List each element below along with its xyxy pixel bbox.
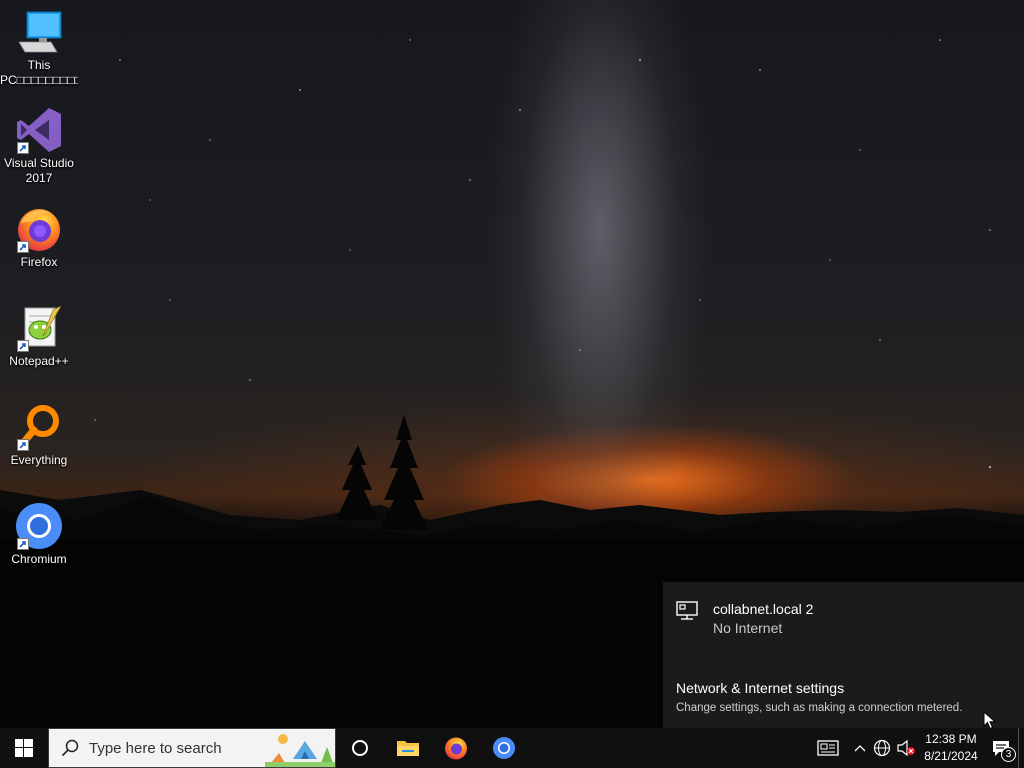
chromium-icon <box>15 502 63 550</box>
show-hidden-icons-button[interactable] <box>850 728 870 768</box>
desktop-icon-label: Notepad++ <box>9 354 69 368</box>
shortcut-arrow-icon <box>17 142 29 154</box>
shortcut-arrow-icon <box>17 241 29 253</box>
desktop-icon-label: Chromium <box>11 552 67 566</box>
computer-icon <box>15 8 63 56</box>
desktop-icon-notepadpp[interactable]: Notepad++ <box>0 304 78 369</box>
desktop-icon-label: Firefox <box>20 255 58 269</box>
search-highlight-camping-icon <box>265 734 335 767</box>
shortcut-arrow-icon <box>17 439 29 451</box>
network-flyout: collabnet.local 2 No Internet Network & … <box>663 582 1024 728</box>
shortcut-arrow-icon <box>17 538 29 550</box>
globe-network-icon <box>873 739 891 757</box>
network-settings-description: Change settings, such as making a connec… <box>676 702 963 714</box>
chromium-icon <box>493 737 515 759</box>
system-tray: 12:38 PM 8/21/2024 3 <box>806 728 1024 768</box>
desktop-icon-label: Visual Studio <box>4 156 74 170</box>
search-icon <box>61 739 79 757</box>
taskbar-firefox[interactable] <box>432 728 480 768</box>
windows-logo-icon <box>15 739 33 757</box>
cortana-icon <box>352 740 368 756</box>
search-placeholder: Type here to search <box>89 739 222 757</box>
clock-date: 8/21/2024 <box>924 749 978 763</box>
visual-studio-icon <box>15 106 63 154</box>
network-status: No Internet <box>713 620 783 636</box>
firefox-icon <box>15 205 63 253</box>
taskbar-file-explorer[interactable] <box>384 728 432 768</box>
file-explorer-icon <box>397 741 419 756</box>
action-center-button[interactable]: 3 <box>984 728 1018 768</box>
desktop-icon-visual-studio[interactable]: Visual Studio 2017 <box>0 106 78 186</box>
desktop-icon-label: Everything <box>10 453 68 467</box>
taskbar-search-box[interactable]: Type here to search <box>48 728 336 768</box>
mouse-cursor-icon <box>983 711 997 730</box>
shortcut-arrow-icon <box>17 340 29 352</box>
chevron-up-icon <box>854 745 866 752</box>
taskbar: Type here to search 12:38 PM 8/21/2024 3 <box>0 728 1024 768</box>
desktop-icon-chromium[interactable]: Chromium <box>0 502 78 567</box>
cortana-button[interactable] <box>336 728 384 768</box>
taskbar-chromium[interactable] <box>480 728 528 768</box>
network-name: collabnet.local 2 <box>713 601 814 617</box>
network-settings-link[interactable]: Network & Internet settings <box>676 680 844 696</box>
news-and-interests-button[interactable] <box>806 728 850 768</box>
news-icon <box>817 740 839 756</box>
desktop-icon-this-pc[interactable]: This PC□□□□□□□□□□□□□... <box>0 8 78 88</box>
start-button[interactable] <box>0 728 48 768</box>
notepadpp-icon <box>15 304 63 352</box>
everything-search-icon <box>15 403 63 451</box>
network-tray-button[interactable] <box>870 728 894 768</box>
ethernet-icon <box>675 600 701 638</box>
volume-tray-button[interactable] <box>894 728 918 768</box>
desktop-icon-firefox[interactable]: Firefox <box>0 205 78 270</box>
show-desktop-button[interactable] <box>1018 728 1024 768</box>
desktop-icon-label: This <box>27 58 51 72</box>
clock-time: 12:38 PM <box>925 732 977 746</box>
notification-count-badge: 3 <box>1001 747 1016 762</box>
taskbar-clock[interactable]: 12:38 PM 8/21/2024 <box>918 728 984 768</box>
desktop-icon-label: PC□□□□□□□□□□□□□... <box>0 73 78 87</box>
firefox-icon <box>445 737 467 760</box>
desktop-icon-everything[interactable]: Everything <box>0 403 78 468</box>
desktop-icon-label: 2017 <box>25 171 53 185</box>
network-connection-item[interactable]: collabnet.local 2 No Internet <box>675 600 813 638</box>
speaker-muted-icon <box>897 739 915 757</box>
